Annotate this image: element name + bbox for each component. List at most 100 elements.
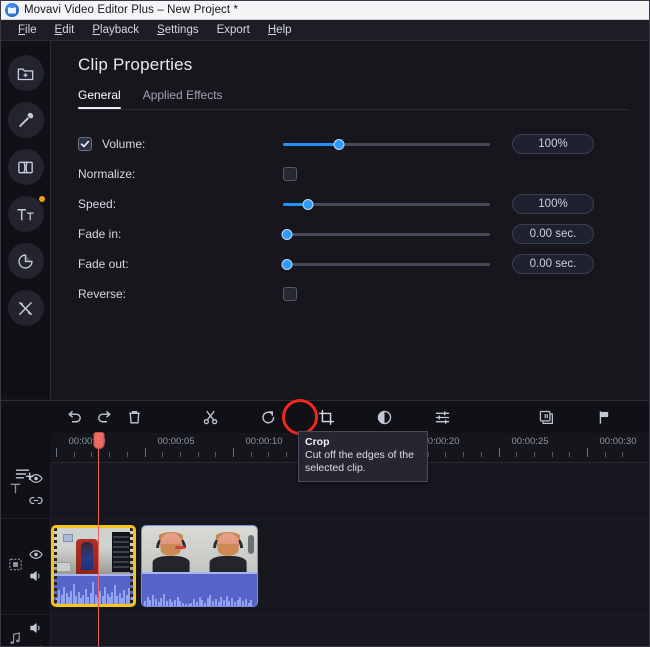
fade-in-slider[interactable]	[281, 227, 490, 241]
ruler-tick	[622, 452, 624, 457]
waveform-bar	[160, 598, 163, 606]
menu-help[interactable]: Help	[259, 20, 301, 41]
volume-slider-knob[interactable]	[333, 138, 345, 150]
menu-export[interactable]: Export	[208, 20, 259, 41]
sidebar-item-import-media[interactable]	[7, 55, 44, 91]
speaker-on-icon[interactable]	[29, 621, 43, 639]
title-bar: Movavi Video Editor Plus – New Project *	[1, 1, 649, 20]
undo-button[interactable]	[59, 404, 89, 430]
music-note-icon[interactable]	[8, 631, 23, 646]
ruler-tick	[109, 452, 111, 457]
contrast-circle-icon	[376, 409, 393, 426]
sidebar-item-filters[interactable]	[7, 102, 44, 138]
volume-checkbox[interactable]	[78, 137, 92, 151]
add-track-icon	[15, 469, 35, 487]
waveform-bar	[209, 595, 212, 606]
waveform-bar	[223, 600, 226, 606]
ruler-tick	[250, 452, 252, 457]
menu-settings[interactable]: Settings	[148, 20, 208, 41]
eye-visible-icon[interactable]	[29, 547, 43, 565]
beard	[217, 544, 239, 557]
fade-in-label: Fade in:	[78, 227, 122, 241]
speaker-on-icon[interactable]	[29, 569, 43, 587]
fade-out-slider-track	[283, 262, 490, 266]
torso	[152, 556, 190, 572]
fade-out-slider[interactable]	[281, 257, 490, 271]
audio-track	[1, 615, 649, 646]
color-adjust-button[interactable]	[369, 404, 399, 430]
waveform-bar	[250, 600, 253, 606]
tab-general[interactable]: General	[78, 88, 121, 109]
ruler-tick	[179, 452, 181, 457]
ruler-tick	[604, 452, 606, 457]
normalize-checkbox[interactable]	[283, 167, 297, 181]
red-object	[175, 546, 185, 549]
delete-button[interactable]	[119, 404, 149, 430]
normalize-label: Normalize:	[78, 167, 136, 181]
marker-button[interactable]	[589, 404, 619, 430]
split-button[interactable]	[195, 404, 225, 430]
equalizer-sliders-icon	[434, 409, 451, 426]
redo-button[interactable]	[89, 404, 119, 430]
waveform-bar	[236, 600, 239, 606]
thumb-shelf	[112, 531, 130, 573]
fade-out-value[interactable]: 0.00 sec.	[512, 254, 594, 274]
ruler-tick	[126, 452, 128, 457]
audio-track-body[interactable]	[51, 615, 649, 646]
sticker-callout-icon	[16, 252, 35, 271]
ruler-tick	[233, 448, 234, 457]
waveform-bar	[187, 604, 190, 606]
waveform-bar	[163, 594, 166, 606]
waveform-bar	[242, 601, 245, 606]
link-icon[interactable]	[29, 493, 43, 511]
menu-playback[interactable]: Playback	[83, 20, 148, 41]
fade-in-slider-track	[283, 232, 490, 236]
ruler-tick	[569, 452, 571, 457]
clip-1[interactable]	[51, 525, 136, 607]
ruler-label-5: 00:00:25	[511, 436, 549, 447]
menu-edit[interactable]: Edit	[46, 20, 84, 41]
waveform-bar	[193, 599, 196, 606]
waveform-bar	[239, 597, 242, 606]
tab-applied-effects[interactable]: Applied Effects	[143, 88, 223, 109]
menu-file[interactable]: File	[9, 20, 46, 41]
waveform-bar	[195, 602, 198, 606]
waveform-bar	[217, 602, 220, 606]
volume-slider[interactable]	[283, 137, 490, 151]
link-broken-icon[interactable]	[29, 643, 43, 646]
fade-in-value[interactable]: 0.00 sec.	[512, 224, 594, 244]
property-row-fade-in: Fade in: 0.00 sec.	[78, 219, 629, 249]
fade-in-slider-knob[interactable]	[281, 228, 293, 240]
waveform-bar	[179, 601, 182, 606]
film-strip-icon[interactable]	[8, 557, 23, 577]
video-track-body[interactable]	[51, 519, 649, 614]
clip-2[interactable]	[141, 525, 258, 607]
sidebar-item-stickers[interactable]	[7, 243, 44, 279]
ruler-tick	[463, 452, 465, 457]
sidebar-item-more-tools[interactable]	[7, 290, 44, 326]
audio-track-controls	[29, 621, 43, 646]
waveform-bar	[130, 597, 133, 604]
waveform-bar	[168, 599, 171, 606]
audio-properties-button[interactable]	[427, 404, 457, 430]
add-track-button[interactable]	[15, 467, 35, 488]
video-track-header	[1, 519, 51, 614]
stabilization-button[interactable]	[531, 404, 561, 430]
magic-wand-icon	[16, 111, 35, 130]
crop-button[interactable]	[311, 404, 341, 430]
tools-wrench-icon	[16, 299, 35, 318]
speed-value[interactable]: 100%	[512, 194, 594, 214]
waveform-bar	[184, 604, 187, 606]
waveform-bar	[247, 603, 250, 606]
sidebar-item-titles[interactable]	[7, 196, 45, 232]
fade-out-slider-knob[interactable]	[281, 258, 293, 270]
reverse-checkbox[interactable]	[283, 287, 297, 301]
property-row-fade-out: Fade out: 0.00 sec.	[78, 249, 629, 279]
volume-slider-fill	[283, 142, 339, 146]
window-title: Movavi Video Editor Plus – New Project *	[24, 4, 239, 16]
volume-value[interactable]: 100%	[512, 134, 594, 154]
rotate-button[interactable]	[253, 404, 283, 430]
sidebar-item-transitions[interactable]	[7, 149, 44, 185]
speed-slider-knob[interactable]	[302, 198, 314, 210]
speed-slider[interactable]	[283, 197, 490, 211]
